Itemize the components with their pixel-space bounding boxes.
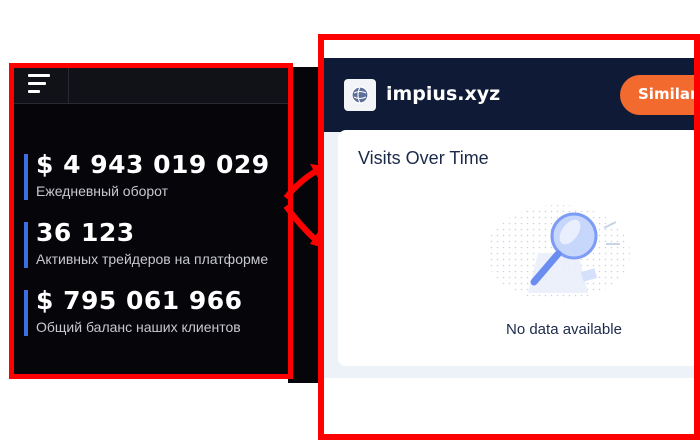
visits-card: Visits Over Time No data available bbox=[338, 130, 696, 366]
similarweb-button[interactable]: Similarw bbox=[620, 75, 696, 115]
stat-accent-bar bbox=[24, 154, 28, 200]
top-bar bbox=[12, 67, 288, 104]
stats-panel: $ 4 943 019 029 Ежедневный оборот 36 123… bbox=[12, 67, 288, 375]
magnifier-no-data-icon bbox=[478, 198, 638, 308]
stat-accent-bar bbox=[24, 290, 28, 336]
stat-label: Общий баланс наших клиентов bbox=[36, 319, 241, 335]
stat-value: 36 123 bbox=[36, 218, 135, 247]
site-name[interactable]: impius.xyz bbox=[386, 83, 500, 105]
stat-value: $ 795 061 966 bbox=[36, 286, 243, 315]
card-title: Visits Over Time bbox=[358, 148, 489, 168]
stat-label: Активных трейдеров на платформе bbox=[36, 251, 269, 267]
stat-label: Ежедневный оборот bbox=[36, 183, 169, 199]
double-arrow-icon bbox=[283, 164, 324, 248]
top-bar-divider bbox=[68, 67, 69, 103]
widget-body: Visits Over Time No data available bbox=[322, 130, 696, 378]
stat-accent-bar bbox=[24, 222, 28, 268]
globe-icon bbox=[344, 79, 376, 111]
no-data-text: No data available bbox=[506, 321, 622, 338]
site-stats-widget: impius.xyz Similarw Visits Over Time bbox=[322, 38, 696, 438]
widget-header: impius.xyz Similarw bbox=[322, 58, 696, 132]
stat-value: $ 4 943 019 029 bbox=[36, 150, 270, 179]
similarweb-button-label: Similarw bbox=[638, 85, 696, 103]
hamburger-menu-icon[interactable] bbox=[28, 74, 54, 96]
